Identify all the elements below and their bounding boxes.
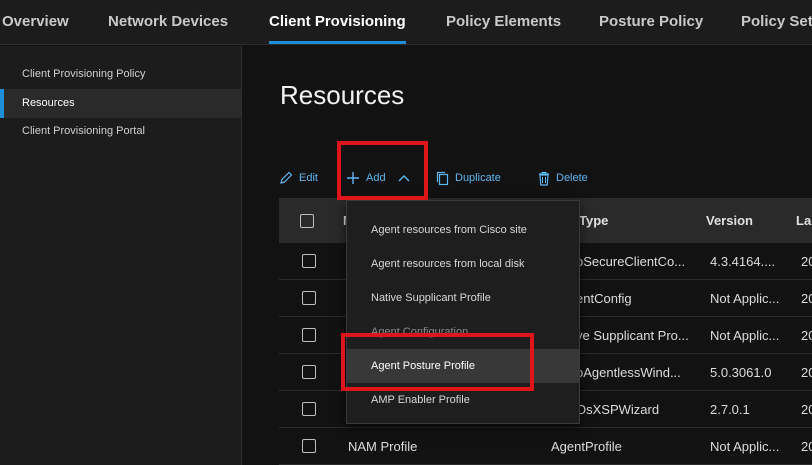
row-type: OsXSPWizard bbox=[576, 402, 660, 417]
row-version: Not Applic... bbox=[710, 439, 780, 454]
select-all-checkbox[interactable] bbox=[300, 214, 314, 228]
row-type: oAgentlessWind... bbox=[576, 365, 681, 380]
tab-network-devices[interactable]: Network Devices bbox=[108, 0, 228, 45]
row-last-update: 20 bbox=[801, 254, 812, 269]
duplicate-label: Duplicate bbox=[455, 172, 501, 184]
column-header-version[interactable]: Version bbox=[706, 198, 753, 243]
add-button-highlight-box bbox=[337, 141, 428, 200]
row-type: ve Supplicant Pro... bbox=[576, 328, 689, 343]
row-type: oSecureClientCo... bbox=[576, 254, 686, 269]
row-type: AgentProfile bbox=[551, 439, 622, 454]
table-row[interactable]: NAM Profile AgentProfile Not Applic... 2… bbox=[279, 428, 812, 465]
row-checkbox[interactable] bbox=[302, 254, 316, 268]
delete-button[interactable]: Delete bbox=[538, 168, 588, 188]
row-version: 4.3.4164.... bbox=[710, 254, 776, 269]
row-version: Not Applic... bbox=[710, 328, 780, 343]
tab-policy-sets[interactable]: Policy Set bbox=[741, 0, 812, 45]
sidebar: Client Provisioning Policy Resources Cli… bbox=[0, 46, 242, 465]
tab-client-provisioning[interactable]: Client Provisioning bbox=[269, 0, 406, 45]
row-type: entConfig bbox=[576, 291, 632, 306]
top-nav: Overview Network Devices Client Provisio… bbox=[0, 0, 812, 45]
menu-item-agent-resources-local-disk[interactable]: Agent resources from local disk bbox=[347, 247, 579, 281]
agent-posture-profile-highlight-box bbox=[341, 333, 534, 391]
duplicate-button[interactable]: Duplicate bbox=[436, 168, 501, 188]
tab-policy-elements[interactable]: Policy Elements bbox=[446, 0, 561, 45]
row-last-update: 20 bbox=[801, 328, 812, 343]
edit-label: Edit bbox=[299, 172, 318, 184]
tab-overview[interactable]: Overview bbox=[2, 0, 69, 45]
sidebar-item-resources[interactable]: Resources bbox=[0, 89, 241, 118]
row-last-update: 20 bbox=[801, 402, 812, 417]
row-version: Not Applic... bbox=[710, 291, 780, 306]
trash-icon bbox=[538, 171, 550, 186]
row-last-update: 20 bbox=[801, 439, 812, 454]
row-last-update: 20 bbox=[801, 365, 812, 380]
menu-item-agent-resources-cisco-site[interactable]: Agent resources from Cisco site bbox=[347, 213, 579, 247]
delete-label: Delete bbox=[556, 172, 588, 184]
row-checkbox[interactable] bbox=[302, 402, 316, 416]
edit-button[interactable]: Edit bbox=[279, 168, 318, 188]
row-version: 5.0.3061.0 bbox=[710, 365, 772, 380]
row-checkbox[interactable] bbox=[302, 291, 316, 305]
pencil-icon bbox=[279, 171, 293, 185]
menu-item-native-supplicant-profile[interactable]: Native Supplicant Profile bbox=[347, 281, 579, 315]
copy-icon bbox=[436, 171, 449, 186]
sidebar-item-client-provisioning-portal[interactable]: Client Provisioning Portal bbox=[0, 117, 241, 146]
row-checkbox[interactable] bbox=[302, 328, 316, 342]
tab-posture-policy[interactable]: Posture Policy bbox=[599, 0, 703, 45]
row-last-update: 20 bbox=[801, 291, 812, 306]
column-header-last-update[interactable]: La bbox=[796, 198, 811, 243]
sidebar-item-client-provisioning-policy[interactable]: Client Provisioning Policy bbox=[0, 60, 241, 89]
row-checkbox[interactable] bbox=[302, 439, 316, 453]
row-name: NAM Profile bbox=[348, 439, 418, 454]
column-header-type[interactable]: Type bbox=[579, 198, 608, 243]
row-checkbox[interactable] bbox=[302, 365, 316, 379]
page-title: Resources bbox=[280, 80, 405, 110]
row-version: 2.7.0.1 bbox=[710, 402, 750, 417]
